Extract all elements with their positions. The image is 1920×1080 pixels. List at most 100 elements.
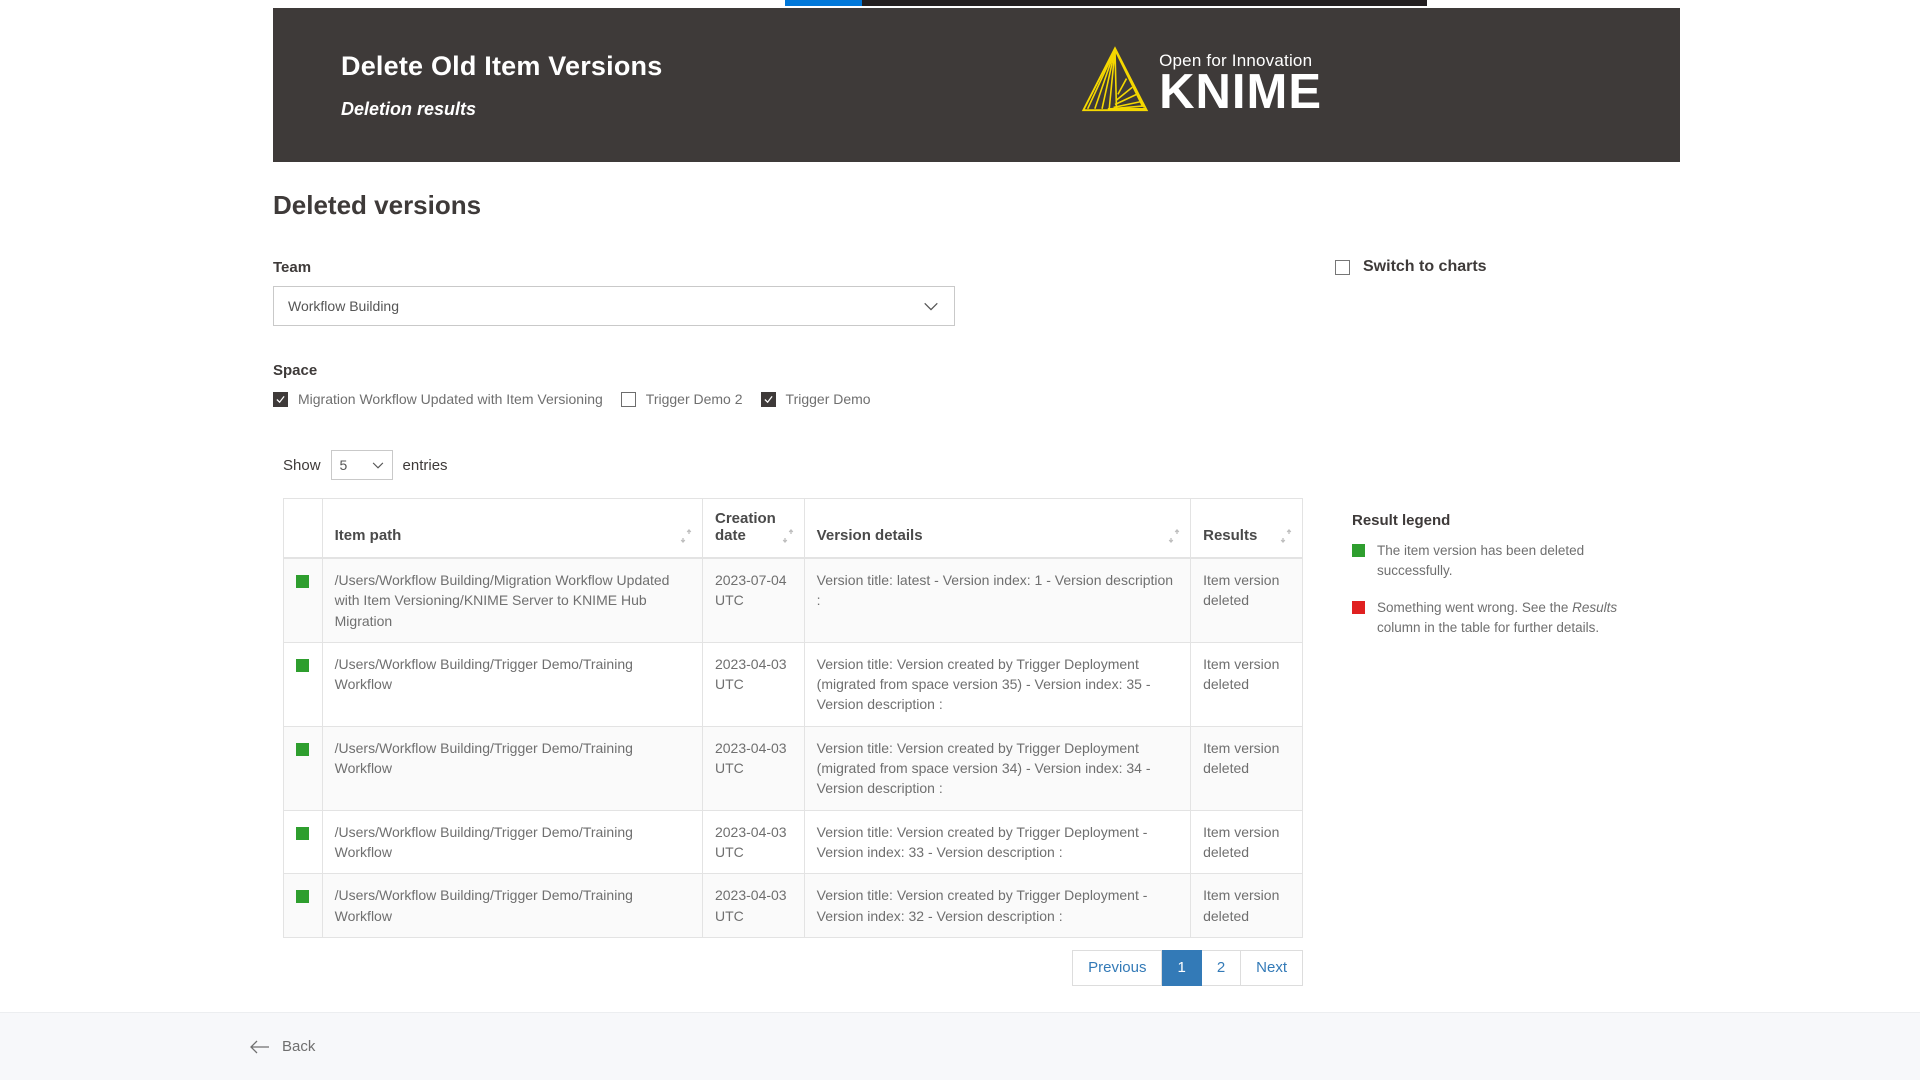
row-creation-date: 2023-04-03 UTC <box>701 809 805 875</box>
row-results: Item version deleted <box>1190 641 1303 727</box>
legend-color-swatch-green <box>1352 544 1365 557</box>
column-header-status <box>283 498 323 559</box>
table-head: Item path Creation date Version details … <box>283 498 1303 559</box>
status-swatch <box>296 742 310 756</box>
entries-label: entries <box>402 456 448 474</box>
team-selected-value: Workflow Building <box>288 298 400 314</box>
check-icon <box>763 395 773 403</box>
result-legend: Result legend The item version has been … <box>1352 512 1652 654</box>
row-version-details: Version title: Version created by Trigge… <box>803 809 1192 875</box>
legend-text-emphasis: Results <box>1572 599 1618 615</box>
arrow-left-icon <box>250 1040 269 1053</box>
column-header-label: Version details <box>816 527 923 544</box>
results-table-area: Show 5 entries Item path Creation date V… <box>283 450 1303 986</box>
page-footer: Back <box>0 1012 1920 1080</box>
row-status-cell <box>283 809 323 875</box>
chevron-down-icon <box>372 462 383 469</box>
status-swatch <box>296 658 310 672</box>
row-status-cell <box>283 557 323 643</box>
column-header-item-path[interactable]: Item path <box>321 498 703 559</box>
row-status-cell <box>283 873 323 938</box>
results-table: Item path Creation date Version details … <box>283 498 1303 938</box>
table-body: /Users/Workflow Building/Migration Workf… <box>283 557 1303 938</box>
space-option-label: Trigger Demo 2 <box>645 391 743 407</box>
sort-icon[interactable] <box>782 529 794 543</box>
pagination: Previous 1 2 Next <box>283 949 1303 986</box>
row-creation-date: 2023-07-04 UTC <box>701 557 805 643</box>
row-results: Item version deleted <box>1190 873 1303 938</box>
checkbox-box[interactable] <box>1335 259 1350 275</box>
pagination-page-2[interactable]: 2 <box>1201 949 1242 986</box>
table-row: /Users/Workflow Building/Migration Workf… <box>283 557 1303 643</box>
legend-item-error: Something went wrong. See the Results co… <box>1352 598 1652 639</box>
column-header-label: Item path <box>334 527 402 544</box>
switch-to-charts-label: Switch to charts <box>1363 258 1487 275</box>
pagination-page-1[interactable]: 1 <box>1162 949 1202 986</box>
row-version-details: Version title: Version created by Trigge… <box>803 641 1192 727</box>
legend-text-after: column in the table for further details. <box>1377 619 1600 635</box>
sort-icon[interactable] <box>680 529 692 543</box>
page-subtitle: Deletion results <box>341 98 477 119</box>
result-legend-title: Result legend <box>1352 512 1451 529</box>
row-results: Item version deleted <box>1190 725 1303 811</box>
checkbox-box[interactable] <box>273 391 288 407</box>
space-checkbox-group: Migration Workflow Updated with Item Ver… <box>273 391 1680 407</box>
checkbox-box[interactable] <box>620 391 636 407</box>
row-results: Item version deleted <box>1190 557 1303 643</box>
space-option-trigger-demo-2[interactable]: Trigger Demo 2 <box>620 391 743 407</box>
column-header-label: Creation date <box>714 510 776 544</box>
legend-item-text: Something went wrong. See the Results co… <box>1377 598 1652 639</box>
switch-to-charts-toggle[interactable]: Switch to charts <box>1335 258 1487 276</box>
space-option-label: Migration Workflow Updated with Item Ver… <box>298 391 603 407</box>
progress-fill <box>785 0 863 6</box>
table-header-row: Item path Creation date Version details … <box>283 498 1303 559</box>
page-root: Delete Old Item Versions Deletion result… <box>0 0 1920 1080</box>
knime-wordmark: Open for Innovation KNIME <box>1159 51 1322 116</box>
knime-logo: Open for Innovation KNIME <box>1079 44 1322 117</box>
row-creation-date: 2023-04-03 UTC <box>701 641 805 727</box>
space-option-trigger-demo[interactable]: Trigger Demo <box>760 391 871 407</box>
row-version-details: Version title: Version created by Trigge… <box>803 873 1192 938</box>
row-item-path: /Users/Workflow Building/Trigger Demo/Tr… <box>321 873 703 938</box>
knime-triangle-icon <box>1081 46 1149 112</box>
legend-item-success: The item version has been deleted succes… <box>1352 541 1652 582</box>
row-item-path: /Users/Workflow Building/Trigger Demo/Tr… <box>321 809 703 875</box>
row-item-path: /Users/Workflow Building/Trigger Demo/Tr… <box>321 641 703 727</box>
banner-text-block: Delete Old Item Versions Deletion result… <box>341 50 662 119</box>
show-label: Show <box>283 456 321 474</box>
row-item-path: /Users/Workflow Building/Migration Workf… <box>321 557 703 643</box>
pagination-next[interactable]: Next <box>1241 949 1303 986</box>
checkbox-box[interactable] <box>760 391 776 407</box>
table-row: /Users/Workflow Building/Trigger Demo/Tr… <box>283 873 1303 938</box>
page-load-progress-bar <box>785 0 1427 6</box>
space-label: Space <box>273 362 318 379</box>
space-option-migration-workflow[interactable]: Migration Workflow Updated with Item Ver… <box>273 391 603 407</box>
main-content: Deleted versions Team Workflow Building … <box>273 190 1680 407</box>
entries-per-page-select[interactable]: 5 <box>330 450 393 480</box>
row-version-details: Version title: Version created by Trigge… <box>803 725 1192 811</box>
check-icon <box>276 395 285 403</box>
section-title: Deleted versions <box>273 190 482 220</box>
status-swatch <box>296 826 310 840</box>
legend-color-swatch-red <box>1352 600 1365 614</box>
row-version-details: Version title: latest - Version index: 1… <box>803 557 1192 643</box>
back-button-label: Back <box>282 1038 316 1055</box>
table-row: /Users/Workflow Building/Trigger Demo/Tr… <box>283 725 1303 811</box>
team-select[interactable]: Workflow Building <box>273 286 955 326</box>
column-header-version-details[interactable]: Version details <box>803 498 1192 559</box>
sort-icon[interactable] <box>1168 529 1180 543</box>
row-creation-date: 2023-04-03 UTC <box>701 873 805 938</box>
row-status-cell <box>283 725 323 811</box>
legend-text-before: Something went wrong. See the <box>1377 599 1573 615</box>
page-title: Delete Old Item Versions <box>341 51 663 82</box>
sort-icon[interactable] <box>1280 529 1292 543</box>
table-row: /Users/Workflow Building/Trigger Demo/Tr… <box>283 809 1303 875</box>
entries-selected-value: 5 <box>339 457 348 473</box>
column-header-results[interactable]: Results <box>1190 498 1303 559</box>
back-button[interactable]: Back <box>250 1038 315 1055</box>
pagination-previous[interactable]: Previous <box>1072 949 1163 986</box>
column-header-creation-date[interactable]: Creation date <box>701 498 805 559</box>
column-header-label: Results <box>1203 527 1258 544</box>
row-creation-date: 2023-04-03 UTC <box>701 725 805 811</box>
row-item-path: /Users/Workflow Building/Trigger Demo/Tr… <box>321 725 703 811</box>
